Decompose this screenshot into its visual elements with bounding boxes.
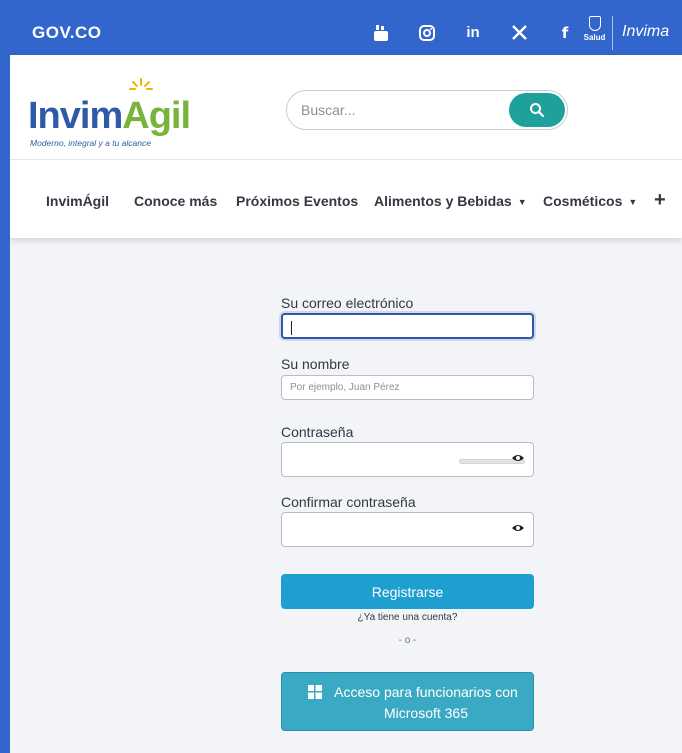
name-field[interactable]: Por ejemplo, Juan Pérez — [281, 375, 534, 400]
site-header: InvimAgil Moderno, integral y a tu alcan… — [10, 55, 682, 238]
register-button[interactable]: Registrarse — [281, 574, 534, 609]
gov-co-logo-text: GOV.CO — [32, 22, 102, 42]
windows-icon — [308, 685, 322, 699]
nav-more-button[interactable]: + — [654, 189, 666, 212]
invima-logo[interactable]: Invima — [622, 23, 669, 41]
invimagil-logo[interactable]: InvimAgil Moderno, integral y a tu alcan… — [28, 73, 198, 153]
search-bar: Buscar... — [286, 90, 568, 130]
nav-item-cosmeticos[interactable]: Cosméticos ▼ — [543, 193, 637, 209]
text-cursor — [291, 321, 292, 335]
confirm-password-field[interactable] — [281, 512, 534, 547]
nav-item-conoce-mas[interactable]: Conoce más — [134, 193, 217, 209]
header-divider — [10, 159, 682, 160]
page-frame: GOV.CO in f Salud Invima InvimAgil Moder… — [10, 10, 682, 753]
eye-icon[interactable] — [511, 523, 525, 533]
brand-name: InvimAgil — [28, 95, 191, 137]
chevron-down-icon: ▼ — [517, 197, 527, 207]
eye-icon[interactable] — [511, 453, 525, 463]
youtube-icon[interactable] — [358, 10, 404, 55]
email-label: Su correo electrónico — [281, 295, 414, 311]
shield-icon — [588, 16, 601, 31]
password-field[interactable] — [281, 442, 534, 477]
gov-co-logo[interactable]: GOV.CO — [32, 23, 101, 43]
nav-item-proximos-eventos[interactable]: Próximos Eventos — [236, 193, 358, 209]
main-nav: InvimÁgil Conoce más Próximos Eventos Al… — [10, 189, 682, 217]
search-icon — [530, 103, 545, 118]
x-icon[interactable] — [496, 10, 542, 55]
password-label: Contraseña — [281, 424, 354, 440]
chevron-down-icon: ▼ — [628, 197, 638, 207]
sun-rays-icon — [129, 78, 153, 90]
social-links: in f — [358, 10, 588, 55]
linkedin-icon[interactable]: in — [450, 10, 496, 55]
or-separator: - o - — [398, 635, 417, 646]
confirm-password-label: Confirmar contraseña — [281, 494, 416, 510]
login-link[interactable]: ¿Ya tiene una cuenta? — [281, 612, 534, 623]
gov-bar: GOV.CO in f Salud Invima — [10, 10, 682, 55]
microsoft-login-button[interactable]: Acceso para funcionarios con Microsoft 3… — [281, 672, 534, 731]
search-button[interactable] — [509, 93, 565, 127]
search-input[interactable]: Buscar... — [301, 102, 355, 118]
instagram-icon[interactable] — [404, 10, 450, 55]
email-field[interactable] — [281, 313, 534, 339]
name-label: Su nombre — [281, 356, 350, 372]
salud-logo[interactable]: Salud — [577, 16, 613, 50]
brand-slogan: Moderno, integral y a tu alcance — [30, 138, 151, 148]
nav-item-alimentos-bebidas[interactable]: Alimentos y Bebidas ▼ — [374, 193, 527, 209]
nav-item-invimagil[interactable]: InvimÁgil — [46, 193, 109, 209]
